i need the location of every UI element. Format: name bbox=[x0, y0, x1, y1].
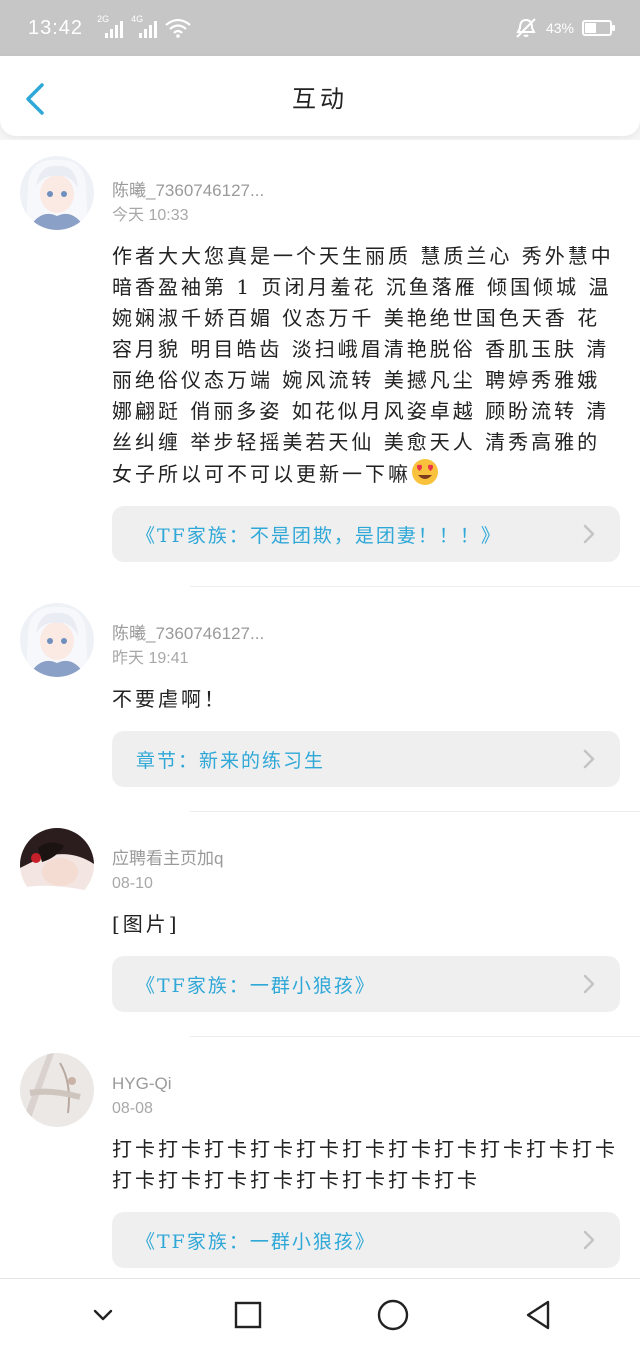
wifi-icon bbox=[165, 18, 191, 38]
chevron-right-icon bbox=[583, 524, 595, 544]
comment-text: 作者大大您真是一个天生丽质 慧质兰心 秀外慧中 暗香盈袖第 1 页闭月羞花 沉鱼… bbox=[112, 241, 620, 490]
back-chevron-icon[interactable] bbox=[22, 82, 50, 116]
comment-text: [图片] bbox=[112, 912, 180, 936]
status-bar: 13:42 2G 4G 43% bbox=[0, 0, 640, 56]
comment-item: HYG-Qi 08-08 打卡打卡打卡打卡打卡打卡打卡打卡打卡打卡打卡打卡打卡打… bbox=[0, 1037, 640, 1268]
recent-apps-icon[interactable] bbox=[228, 1295, 268, 1335]
work-link-title: 《TF家族：不是团欺，是团妻！！！》 bbox=[136, 524, 502, 547]
avatar[interactable] bbox=[20, 156, 94, 230]
avatar[interactable] bbox=[20, 828, 94, 902]
comment-time: 昨天 19:41 bbox=[112, 650, 189, 667]
comment-item: 陈曦_7360746127... 今天 10:33 作者大大您真是一个天生丽质 … bbox=[0, 140, 640, 587]
heart-eyes-emoji-icon bbox=[412, 459, 438, 485]
comment-text-content: 作者大大您真是一个天生丽质 慧质兰心 秀外慧中 暗香盈袖第 1 页闭月羞花 沉鱼… bbox=[112, 244, 614, 486]
system-nav-bar bbox=[0, 1278, 640, 1351]
comment-item: 陈曦_7360746127... 昨天 19:41 不要虐啊！ 章节：新来的练习… bbox=[0, 587, 640, 812]
comment-item: 应聘看主页加q 08-10 [图片] 《TF家族：一群小狼孩》 bbox=[0, 812, 640, 1037]
chapter-link-title: 章节：新来的练习生 bbox=[136, 749, 326, 772]
avatar[interactable] bbox=[20, 603, 94, 677]
page-title: 互动 bbox=[292, 84, 348, 113]
mute-bell-icon bbox=[516, 18, 536, 38]
work-link-card[interactable]: 《TF家族：不是团欺，是团妻！！！》 bbox=[112, 506, 620, 562]
battery-icon bbox=[582, 20, 615, 36]
comment-time: 今天 10:33 bbox=[112, 207, 189, 224]
back-triangle-icon[interactable] bbox=[518, 1295, 558, 1335]
comment-username[interactable]: 应聘看主页加q bbox=[112, 814, 620, 870]
work-link-title: 《TF家族：一群小狼孩》 bbox=[136, 974, 376, 997]
work-link-title: 《TF家族：一群小狼孩》 bbox=[136, 1230, 376, 1253]
comment-username[interactable]: HYG-Qi bbox=[112, 1039, 620, 1095]
status-right: 43% bbox=[514, 17, 615, 39]
comment-text: 不要虐啊！ bbox=[112, 687, 227, 711]
comment-username[interactable]: 陈曦_7360746127... bbox=[112, 146, 620, 202]
chevron-right-icon bbox=[583, 974, 595, 994]
home-icon[interactable] bbox=[373, 1295, 413, 1335]
signal-icon: 4G bbox=[131, 14, 158, 38]
comment-time: 08-10 bbox=[112, 875, 153, 892]
battery-text: 43% bbox=[545, 20, 574, 36]
avatar[interactable] bbox=[20, 1053, 94, 1127]
status-left: 13:42 2G 4G bbox=[28, 14, 191, 40]
nav-collapse-icon[interactable] bbox=[83, 1295, 123, 1335]
work-link-card[interactable]: 《TF家族：一群小狼孩》 bbox=[112, 956, 620, 1012]
work-link-card[interactable]: 《TF家族：一群小狼孩》 bbox=[112, 1212, 620, 1268]
signal-icon: 2G bbox=[97, 14, 124, 38]
comment-username[interactable]: 陈曦_7360746127... bbox=[112, 589, 620, 645]
comment-text: 打卡打卡打卡打卡打卡打卡打卡打卡打卡打卡打卡打卡打卡打卡打卡打卡打卡打卡打卡 bbox=[112, 1137, 618, 1192]
app-header: 互动 bbox=[0, 56, 640, 136]
comment-time: 08-08 bbox=[112, 1100, 153, 1117]
status-time: 13:42 bbox=[28, 16, 84, 39]
comment-list[interactable]: 陈曦_7360746127... 今天 10:33 作者大大您真是一个天生丽质 … bbox=[0, 140, 640, 1278]
chapter-link-card[interactable]: 章节：新来的练习生 bbox=[112, 731, 620, 787]
chevron-right-icon bbox=[583, 1230, 595, 1250]
chevron-right-icon bbox=[583, 749, 595, 769]
